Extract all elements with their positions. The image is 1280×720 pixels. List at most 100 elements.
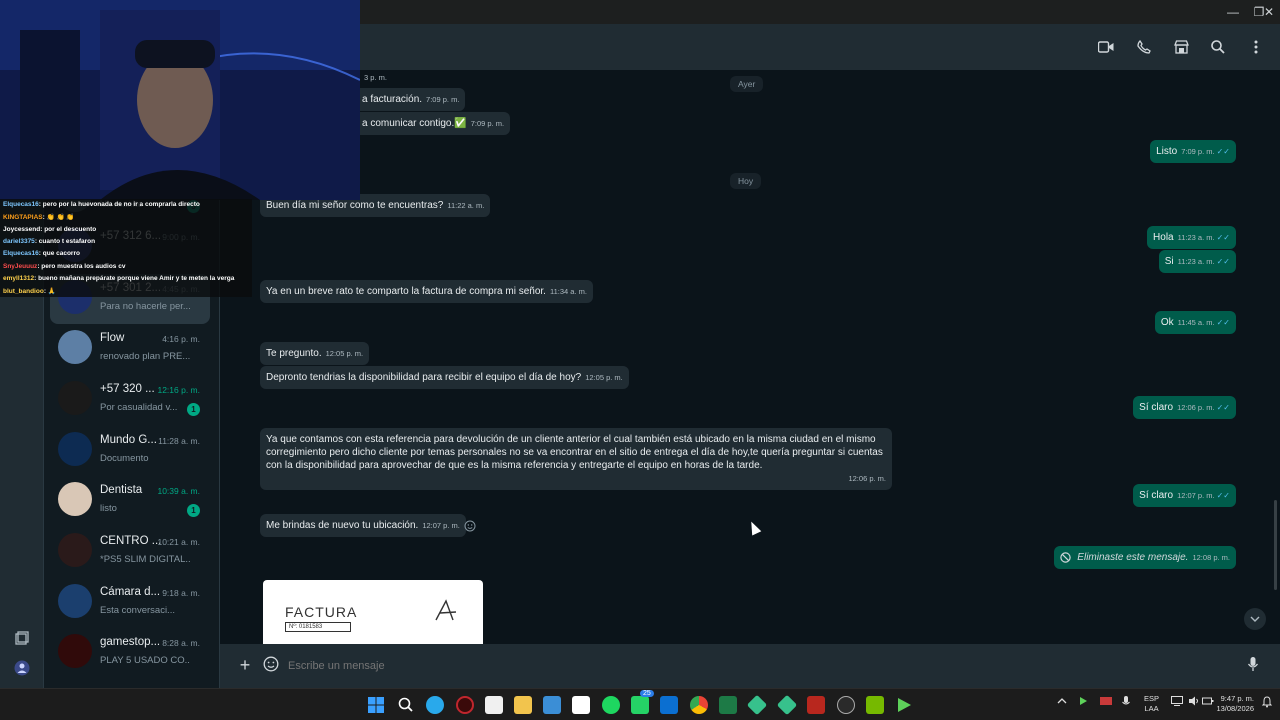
taskbar-search-icon[interactable] — [397, 696, 415, 714]
message-time: 7:09 p. m. — [426, 95, 460, 104]
profile-icon[interactable] — [12, 658, 32, 678]
stream-chat-message: : pero muestra los audios cv — [37, 262, 126, 270]
read-receipt-icon: ✓✓ — [1216, 491, 1230, 500]
message-input[interactable] — [288, 655, 1248, 677]
clock[interactable]: 9:47 p. m. 13/08/2026 — [1208, 694, 1254, 714]
search-icon[interactable] — [1208, 37, 1228, 57]
tray-mic-icon[interactable] — [1122, 696, 1130, 710]
stream-chat-message: : que cacorro — [38, 250, 80, 258]
minimize-button[interactable]: — — [1220, 0, 1246, 24]
store-icon[interactable] — [1171, 37, 1191, 57]
windows-start-icon[interactable] — [367, 696, 385, 714]
chat-list-item[interactable]: Dentista 10:39 a. m. listo 1 — [50, 476, 210, 526]
incoming-message[interactable]: Me brindas de nuevo tu ubicación. 12:07 p… — [260, 514, 466, 537]
outgoing-message[interactable]: Sí claro 12:07 p. m. ✓✓ — [1133, 484, 1236, 507]
message-area[interactable]: Ayer Hoy 3 p. m. a facturación. 7:09 p. m… — [220, 70, 1280, 644]
microphone-icon[interactable] — [1247, 656, 1259, 677]
centro-logo-avatar — [58, 533, 92, 567]
close-button[interactable]: ✕ — [1256, 0, 1280, 24]
read-receipt-icon: ✓✓ — [1216, 257, 1230, 266]
chrome-icon[interactable] — [690, 696, 708, 714]
nvidia-icon[interactable] — [866, 696, 884, 714]
day-label-today: Hoy — [730, 173, 762, 189]
stream-chat-line: KINGTAPIAS: 👏 👏 👏 — [3, 213, 74, 221]
message-text: Buen día mi señor como te encuentras? — [266, 200, 444, 211]
chat-list-item[interactable]: +57 320 ... 12:16 p. m. Por casualidad v..… — [50, 375, 210, 425]
chat-list-item[interactable]: Cámara d... 9:18 a. m. Esta conversaci... — [50, 578, 210, 628]
message-scrollbar[interactable] — [1274, 500, 1277, 590]
tray-overflow-icon[interactable] — [1057, 696, 1067, 708]
chat-preview: Esta conversaci... — [100, 605, 175, 616]
message-time: 11:34 a. m. — [549, 287, 587, 296]
telegram-icon[interactable] — [426, 696, 444, 714]
outgoing-message[interactable]: Sí claro 12:06 p. m. ✓✓ — [1133, 396, 1236, 419]
stream-chat-line: blut_bandioo: 🙏 — [3, 287, 56, 295]
incoming-message[interactable]: a facturación. 7:09 p. m. — [356, 88, 466, 111]
message-time: 12:07 p. m. — [422, 521, 460, 530]
stream-chat-message: : por el descuento — [40, 225, 97, 233]
tray-play-icon[interactable] — [1078, 696, 1088, 708]
capcut-icon[interactable] — [572, 696, 590, 714]
opera-icon[interactable] — [456, 696, 474, 714]
spotify-icon[interactable] — [602, 696, 620, 714]
sheet-app-icon[interactable] — [719, 696, 737, 714]
chat-list-item[interactable]: Flow 4:16 p. m. renovado plan PRE... — [50, 324, 210, 374]
incoming-message[interactable]: Te pregunto. 12:05 p. m. — [260, 342, 370, 365]
network-icon[interactable] — [1171, 696, 1183, 708]
read-receipt-icon: ✓✓ — [1216, 403, 1230, 412]
media-app-icon[interactable] — [660, 696, 678, 714]
voice-call-icon[interactable] — [1134, 37, 1154, 57]
message-time: 7:09 p. m. — [470, 119, 505, 128]
tray-app-icon[interactable] — [1100, 696, 1112, 708]
incoming-message[interactable]: Ya que contamos con esta referencia para… — [260, 428, 892, 490]
chat-time: 11:28 a. m. — [158, 436, 200, 446]
volume-icon[interactable] — [1188, 696, 1200, 708]
more-options-icon[interactable] — [1246, 37, 1266, 57]
outgoing-message[interactable]: Hola 11:23 a. m. ✓✓ — [1147, 226, 1236, 249]
language-indicator[interactable]: ESP LAA — [1144, 694, 1159, 714]
outgoing-message[interactable]: Listo 7:09 p. m. ✓✓ — [1150, 140, 1236, 163]
whatsapp-taskbar-icon[interactable]: 25 — [631, 690, 654, 714]
react-emoji-icon[interactable] — [464, 519, 476, 537]
incoming-message[interactable]: Ya en un breve rato te comparto la factu… — [260, 280, 593, 303]
chat-list-item[interactable]: Mundo G... 11:28 a. m. Documento — [50, 426, 210, 476]
chat-preview: listo — [100, 503, 117, 514]
incoming-message[interactable]: Depronto tendrias la disponibilidad para… — [260, 366, 629, 389]
stream-chat-line: SnyJeuuuz: pero muestra los audios cv — [3, 263, 125, 270]
streaming-app-icon[interactable] — [807, 696, 825, 714]
stream-chat-line: Elquecas16: que cacorro — [3, 250, 80, 257]
message-text: Ok — [1160, 317, 1174, 328]
stream-chat-message: : bueno mañana prepárate porque viene Am… — [34, 274, 235, 282]
webcam-overlay — [0, 0, 360, 200]
notifications-bell-icon[interactable] — [1261, 696, 1273, 710]
chat-preview: Documento — [100, 453, 149, 464]
attach-plus-icon[interactable]: + — [236, 655, 254, 675]
stream-chat-user: dariel3375 — [3, 237, 35, 245]
chat-time: 12:16 p. m. — [157, 385, 200, 395]
incoming-message[interactable]: a comunicar contigo.✅ 7:09 p. m. — [356, 112, 511, 135]
avatar — [58, 482, 92, 516]
chat-time: 8:28 a. m. — [162, 638, 200, 648]
deleted-message-bubble[interactable]: Eliminaste este mensaje. 12:08 p. m. — [1054, 546, 1236, 569]
store-app-icon[interactable] — [485, 696, 503, 714]
video-call-icon[interactable] — [1096, 37, 1116, 57]
message-text: Eliminaste este mensaje. — [1077, 552, 1189, 563]
outgoing-message[interactable]: Ok 11:45 a. m. ✓✓ — [1154, 311, 1236, 334]
stream-chat-line: Elquecas16: pero por la huevonada de no … — [3, 201, 200, 208]
chat-time: 9:18 a. m. — [162, 588, 200, 598]
app-icon-diamond-2[interactable] — [776, 694, 798, 716]
scroll-down-button[interactable] — [1244, 608, 1266, 630]
app-icon-diamond-1[interactable] — [746, 694, 768, 716]
media-icon[interactable] — [12, 628, 32, 648]
stream-chat-user: KINGTAPIAS — [3, 214, 43, 222]
chat-list-item[interactable]: CENTRO ... 10:21 a. m. *PS5 SLIM DIGITAL..… — [50, 527, 210, 577]
game-launcher-icon[interactable] — [837, 696, 855, 714]
invoice-document-preview[interactable]: FACTURA Nº: 0181583 — [263, 580, 483, 644]
play-app-icon[interactable] — [895, 696, 913, 714]
outgoing-message[interactable]: Si 11:23 a. m. ✓✓ — [1158, 250, 1236, 273]
emoji-sticker-icon[interactable] — [263, 656, 279, 677]
notepad-icon[interactable] — [543, 696, 561, 714]
chat-list-item[interactable]: gamestop... 8:28 a. m. PLAY 5 USADO CO... — [50, 628, 210, 678]
read-receipt-icon: ✓✓ — [1216, 233, 1230, 242]
file-explorer-icon[interactable] — [514, 696, 532, 714]
